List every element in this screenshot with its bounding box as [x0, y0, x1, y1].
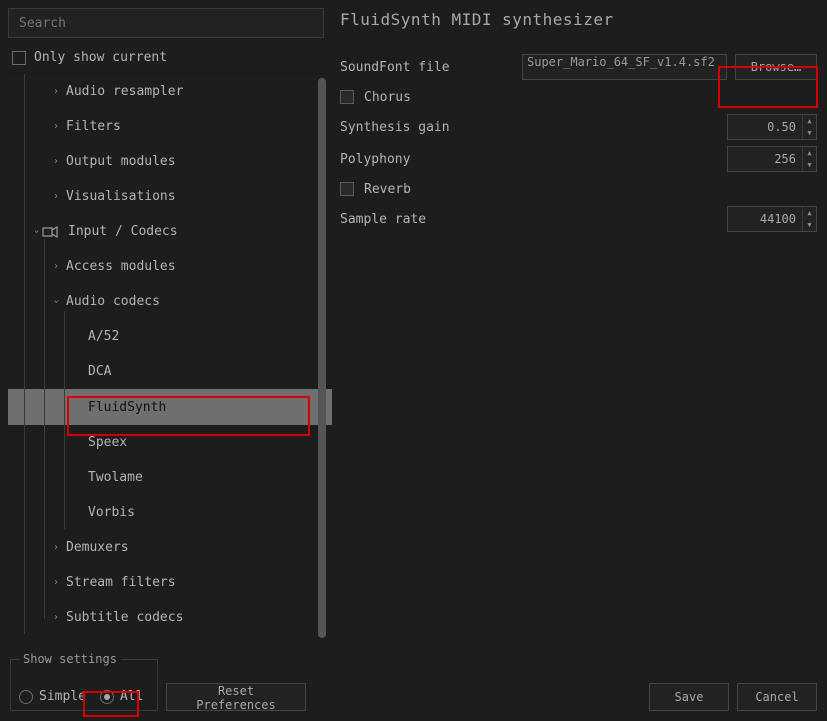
sample-rate-input[interactable]: 44100 ▲▼: [727, 206, 817, 232]
checkbox-icon: [340, 90, 354, 104]
chevron-right-icon: ›: [50, 577, 62, 588]
chevron-down-icon: ›: [31, 226, 42, 238]
checkbox-icon: [340, 182, 354, 196]
radio-icon: [19, 690, 33, 704]
soundfont-label: SoundFont file: [340, 60, 522, 75]
radio-simple[interactable]: Simple: [19, 689, 86, 704]
radio-all[interactable]: All: [100, 689, 143, 704]
tree-item-fluidsynth[interactable]: FluidSynth: [8, 389, 332, 425]
chevron-right-icon: ›: [50, 86, 62, 97]
save-button[interactable]: Save: [649, 683, 729, 711]
tree-item-speex[interactable]: Speex: [8, 425, 332, 460]
tree-item-audio-codecs[interactable]: › Audio codecs: [8, 284, 332, 319]
tree-item-output-modules[interactable]: › Output modules: [8, 144, 332, 179]
chorus-checkbox[interactable]: Chorus: [340, 83, 817, 111]
spin-up-icon[interactable]: ▲: [803, 207, 816, 219]
checkbox-icon: [12, 51, 26, 65]
spin-up-icon[interactable]: ▲: [803, 115, 816, 127]
chevron-right-icon: ›: [50, 191, 62, 202]
polyphony-input[interactable]: 256 ▲▼: [727, 146, 817, 172]
chorus-label: Chorus: [364, 90, 411, 105]
tree-item-a52[interactable]: A/52: [8, 319, 332, 354]
cancel-button[interactable]: Cancel: [737, 683, 817, 711]
synthesis-gain-input[interactable]: 0.50 ▲▼: [727, 114, 817, 140]
chevron-right-icon: ›: [50, 612, 62, 623]
only-show-current-label: Only show current: [34, 50, 167, 65]
chevron-right-icon: ›: [50, 121, 62, 132]
radio-icon: [100, 690, 114, 704]
tree-item-input-codecs[interactable]: › Input / Codecs: [8, 214, 332, 249]
reverb-label: Reverb: [364, 182, 411, 197]
tree-item-twolame[interactable]: Twolame: [8, 460, 332, 495]
tree-item-stream-filters[interactable]: › Stream filters: [8, 565, 332, 600]
spin-down-icon[interactable]: ▼: [803, 127, 816, 139]
sample-rate-label: Sample rate: [340, 212, 522, 227]
spin-down-icon[interactable]: ▼: [803, 219, 816, 231]
show-settings-legend: Show settings: [19, 652, 121, 666]
tree-item-vorbis[interactable]: Vorbis: [8, 495, 332, 530]
tree-item-subtitle-codecs[interactable]: › Subtitle codecs: [8, 600, 332, 635]
chevron-down-icon: ›: [51, 296, 62, 308]
tree-item-audio-resampler[interactable]: › Audio resampler: [8, 74, 332, 109]
chevron-right-icon: ›: [50, 542, 62, 553]
browse-button[interactable]: Browse…: [735, 54, 817, 80]
codec-icon: [42, 225, 58, 239]
tree-item-demuxers[interactable]: › Demuxers: [8, 530, 332, 565]
soundfont-input[interactable]: Super_Mario_64_SF_v1.4.sf2: [522, 54, 727, 80]
settings-tree[interactable]: › Audio resampler › Filters › Output mod…: [8, 74, 332, 661]
polyphony-label: Polyphony: [340, 152, 522, 167]
reset-preferences-button[interactable]: Reset Preferences: [166, 683, 306, 711]
chevron-right-icon: ›: [50, 261, 62, 272]
synthesis-gain-label: Synthesis gain: [340, 120, 522, 135]
spin-up-icon[interactable]: ▲: [803, 147, 816, 159]
tree-item-visualisations[interactable]: › Visualisations: [8, 179, 332, 214]
page-title: FluidSynth MIDI synthesizer: [340, 4, 817, 51]
show-settings-group: Show settings Simple All: [10, 659, 158, 711]
only-show-current-checkbox[interactable]: Only show current: [8, 38, 332, 73]
chevron-right-icon: ›: [50, 156, 62, 167]
reverb-checkbox[interactable]: Reverb: [340, 175, 817, 203]
tree-item-dca[interactable]: DCA: [8, 354, 332, 389]
spin-down-icon[interactable]: ▼: [803, 159, 816, 171]
search-input[interactable]: [8, 8, 324, 38]
tree-scrollbar[interactable]: [318, 78, 326, 638]
tree-item-filters[interactable]: › Filters: [8, 109, 332, 144]
tree-item-access-modules[interactable]: › Access modules: [8, 249, 332, 284]
